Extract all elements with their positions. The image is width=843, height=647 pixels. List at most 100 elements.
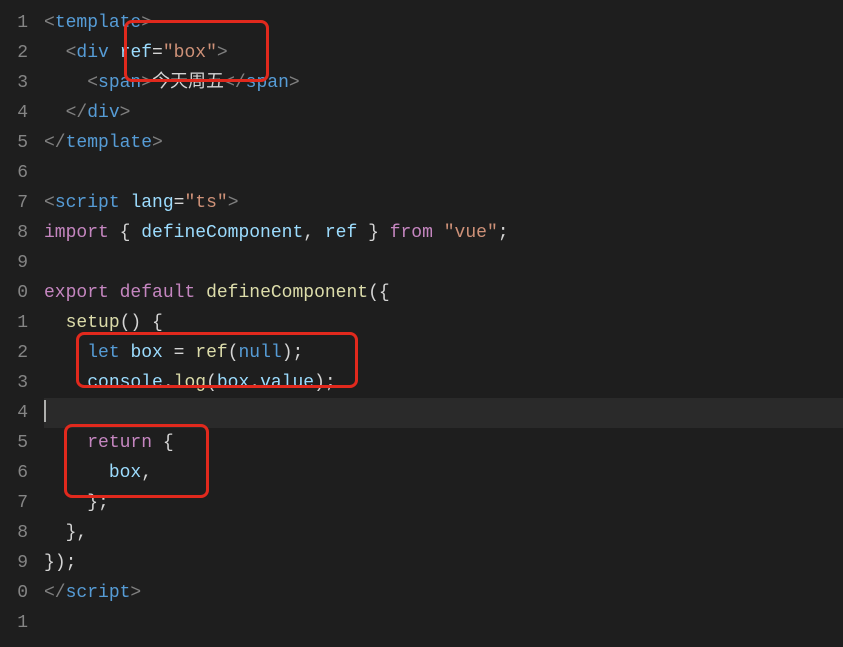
brace: { xyxy=(163,433,174,453)
indent xyxy=(44,103,66,123)
line-number: 2 xyxy=(0,338,36,368)
indent xyxy=(44,343,87,363)
bracket: > xyxy=(141,13,152,33)
line-number: 9 xyxy=(0,548,36,578)
quote: " xyxy=(184,193,195,213)
brace: } xyxy=(44,553,55,573)
code-line[interactable]: </div> xyxy=(44,98,843,128)
code-line[interactable] xyxy=(44,248,843,278)
code-line[interactable]: <span>今天周五</span> xyxy=(44,68,843,98)
indent xyxy=(44,43,66,63)
line-number: 7 xyxy=(0,488,36,518)
tag: template xyxy=(66,133,152,153)
semi: ; xyxy=(66,553,77,573)
eq: = xyxy=(174,343,185,363)
space xyxy=(163,343,174,363)
code-line[interactable]: console.log(box.value); xyxy=(44,368,843,398)
brace: } xyxy=(66,523,77,543)
text: 今天周五 xyxy=(152,73,224,93)
tag: template xyxy=(55,13,141,33)
line-number: 1 xyxy=(0,308,36,338)
code-line[interactable]: }; xyxy=(44,488,843,518)
code-line-current[interactable] xyxy=(44,398,843,428)
code-line[interactable]: <div ref="box"> xyxy=(44,38,843,68)
comma: , xyxy=(141,463,152,483)
code-line[interactable]: <script lang="ts"> xyxy=(44,188,843,218)
code-line[interactable] xyxy=(44,608,843,638)
space xyxy=(120,193,131,213)
tag: script xyxy=(55,193,120,213)
code-line[interactable]: <template> xyxy=(44,8,843,38)
tag: span xyxy=(98,73,141,93)
code-editor[interactable]: 1 2 3 4 5 6 7 8 9 0 1 2 3 4 5 6 7 8 9 0 … xyxy=(0,0,843,647)
brace: } xyxy=(87,493,98,513)
code-line[interactable]: export default defineComponent({ xyxy=(44,278,843,308)
parens: () xyxy=(120,313,142,333)
line-number: 5 xyxy=(0,128,36,158)
code-line[interactable]: }); xyxy=(44,548,843,578)
tag: div xyxy=(76,43,108,63)
code-line[interactable]: }, xyxy=(44,518,843,548)
keyword: export xyxy=(44,283,109,303)
string: "vue" xyxy=(444,223,498,243)
bracket: < xyxy=(66,43,77,63)
code-line[interactable]: import { defineComponent, ref } from "vu… xyxy=(44,218,843,248)
attr: ref xyxy=(120,43,152,63)
bracket: > xyxy=(228,193,239,213)
comma: , xyxy=(303,223,325,243)
line-number: 7 xyxy=(0,188,36,218)
space xyxy=(109,283,120,303)
tag: span xyxy=(246,73,289,93)
bracket: </ xyxy=(44,583,66,603)
line-number: 1 xyxy=(0,8,36,38)
semi: ; xyxy=(98,493,109,513)
bracket: </ xyxy=(66,103,88,123)
code-line[interactable]: return { xyxy=(44,428,843,458)
keyword: import xyxy=(44,223,109,243)
identifier: value xyxy=(260,373,314,393)
null-literal: null xyxy=(239,343,282,363)
code-line[interactable]: setup() { xyxy=(44,308,843,338)
semi: ; xyxy=(498,223,509,243)
paren: ( xyxy=(206,373,217,393)
function-call: ref xyxy=(195,343,227,363)
space xyxy=(109,43,120,63)
tag: div xyxy=(87,103,119,123)
eq: = xyxy=(152,43,163,63)
indent xyxy=(44,73,87,93)
identifier: box xyxy=(130,343,162,363)
brace: { xyxy=(379,283,390,303)
brace: { xyxy=(120,223,142,243)
code-area[interactable]: <template> <div ref="box"> <span>今天周五</s… xyxy=(44,8,843,638)
bracket: < xyxy=(87,73,98,93)
code-line[interactable]: box, xyxy=(44,458,843,488)
bracket: < xyxy=(44,13,55,33)
paren: ) xyxy=(314,373,325,393)
bracket: </ xyxy=(44,133,66,153)
line-number: 4 xyxy=(0,98,36,128)
paren: ( xyxy=(228,343,239,363)
line-number: 0 xyxy=(0,278,36,308)
bracket: > xyxy=(130,583,141,603)
line-number: 6 xyxy=(0,158,36,188)
space xyxy=(109,223,120,243)
identifier: box xyxy=(217,373,249,393)
code-line[interactable] xyxy=(44,158,843,188)
line-number: 2 xyxy=(0,38,36,68)
semi: ; xyxy=(293,343,304,363)
function-def: setup xyxy=(66,313,120,333)
quote: " xyxy=(163,43,174,63)
code-line[interactable]: </script> xyxy=(44,578,843,608)
bracket: > xyxy=(217,43,228,63)
code-line[interactable]: </template> xyxy=(44,128,843,158)
space xyxy=(195,283,206,303)
line-number: 1 xyxy=(0,608,36,638)
string: box xyxy=(174,43,206,63)
indent xyxy=(44,523,66,543)
code-line[interactable]: let box = ref(null); xyxy=(44,338,843,368)
bracket: > xyxy=(152,133,163,153)
indent xyxy=(44,373,87,393)
bracket: > xyxy=(120,103,131,123)
space xyxy=(141,313,152,333)
quote: " xyxy=(206,43,217,63)
